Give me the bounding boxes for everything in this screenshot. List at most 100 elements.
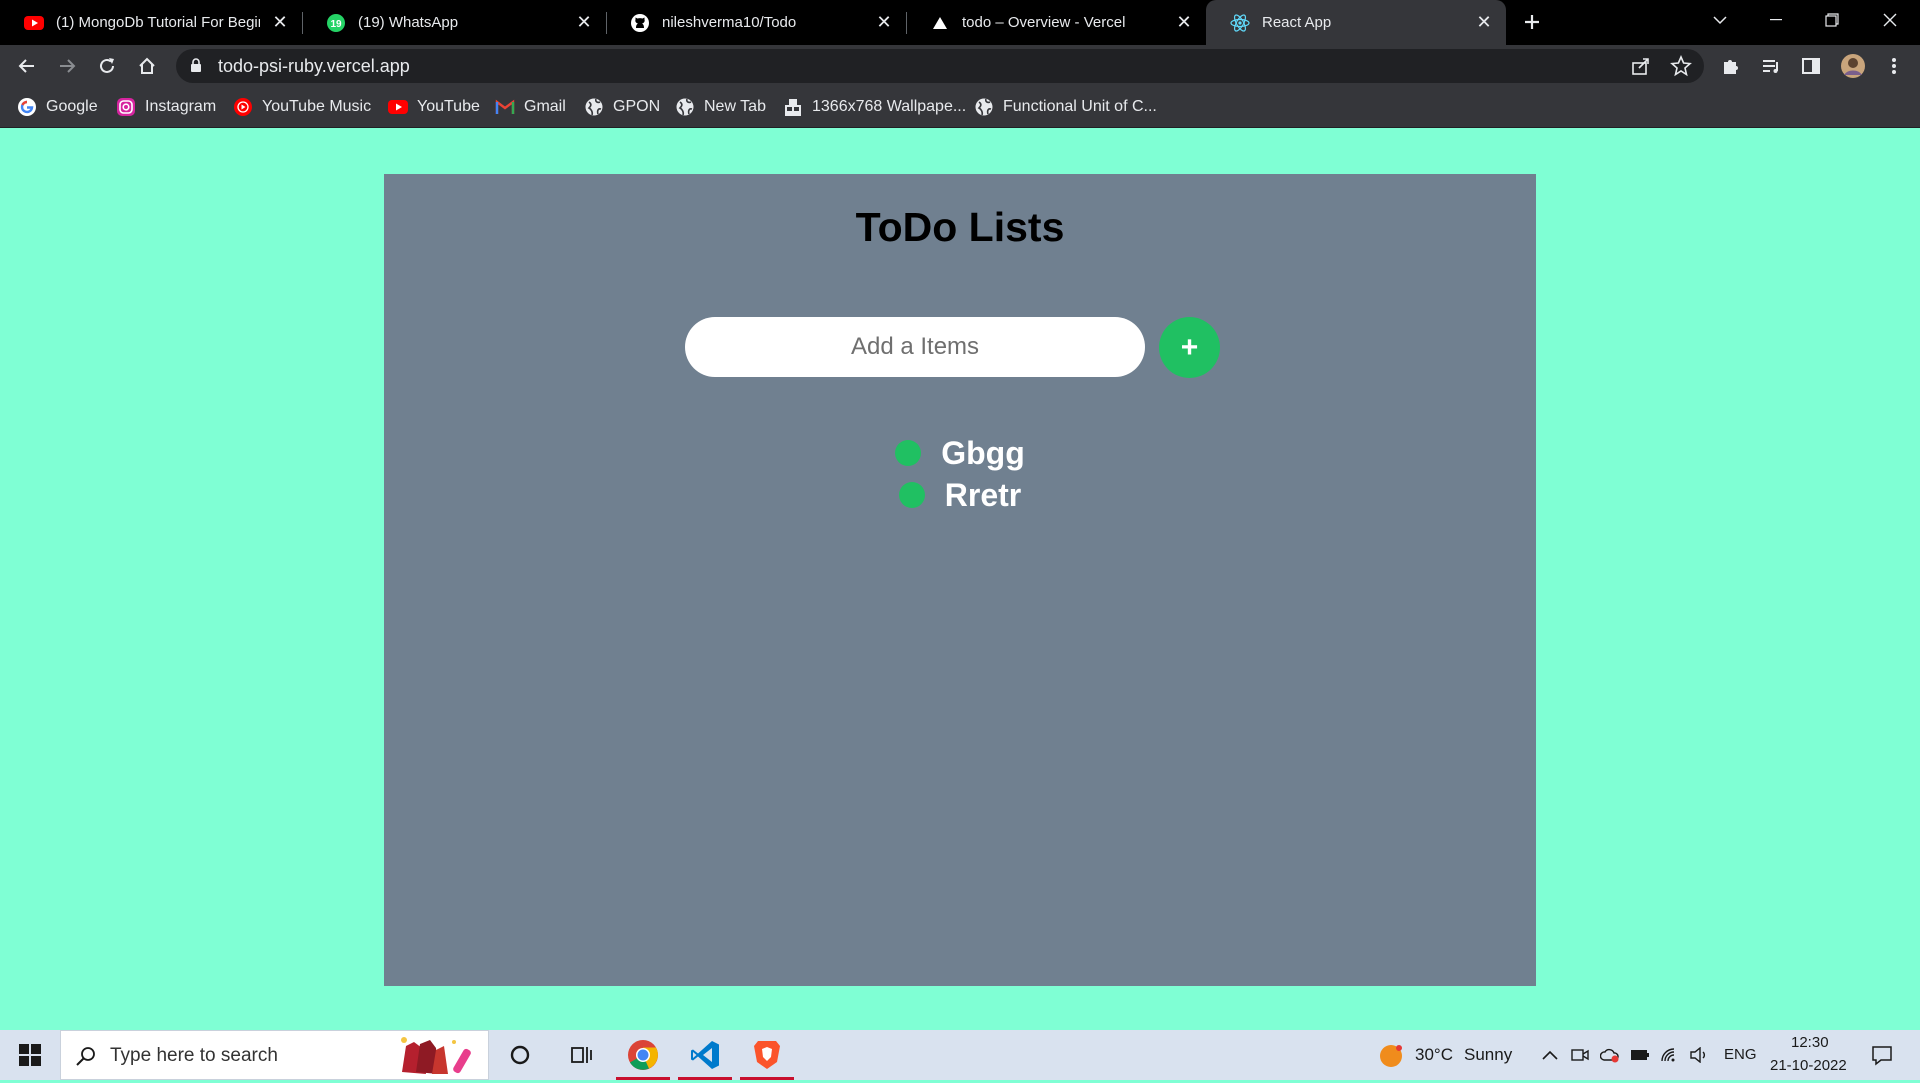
- speaker-icon[interactable]: [1689, 1045, 1709, 1065]
- todo-list: Gbgg Rretr: [384, 432, 1536, 516]
- youtube-icon: [388, 97, 408, 117]
- todo-item: Rretr: [384, 474, 1536, 516]
- forward-button[interactable]: [51, 50, 83, 82]
- taskbar-app-vscode[interactable]: [674, 1030, 736, 1080]
- side-panel-button[interactable]: [1795, 50, 1827, 82]
- whatsapp-icon: 19: [326, 13, 346, 33]
- bookmark-youtube-music[interactable]: YouTube Music: [233, 87, 371, 127]
- browser-menu-button[interactable]: [1878, 50, 1910, 82]
- page-title: ToDo Lists: [855, 204, 1065, 250]
- tab-title: nileshverma10/Todo: [662, 14, 797, 31]
- browser-tab-strip: (1) MongoDb Tutorial For Beginn ✕ 19 (19…: [0, 0, 1920, 45]
- windows-logo-icon: [19, 1044, 41, 1066]
- clock-date[interactable]: 21-10-2022: [1770, 1057, 1847, 1074]
- puzzle-piece-icon: [1724, 60, 1738, 74]
- bookmark-star-icon[interactable]: [1670, 54, 1692, 77]
- close-icon[interactable]: ✕: [268, 11, 292, 35]
- delete-item-button[interactable]: [898, 482, 925, 508]
- github-icon: [630, 13, 650, 33]
- cortana-button[interactable]: [489, 1030, 551, 1080]
- new-tab-button[interactable]: [1516, 6, 1548, 38]
- task-view-icon: [571, 1047, 592, 1063]
- weather-temperature[interactable]: 30°C: [1415, 1045, 1453, 1065]
- task-view-button[interactable]: [550, 1030, 612, 1080]
- browser-toolbar: todo-psi-ruby.vercel.app: [0, 45, 1920, 87]
- wifi-icon[interactable]: [1660, 1045, 1680, 1065]
- vscode-icon: [691, 1041, 719, 1069]
- bookmark-gmail[interactable]: Gmail: [495, 87, 566, 127]
- onedrive-error-icon[interactable]: [1600, 1045, 1620, 1065]
- tab-title: (19) WhatsApp: [358, 14, 459, 31]
- url-text[interactable]: todo-psi-ruby.vercel.app: [218, 56, 410, 77]
- close-icon[interactable]: ✕: [572, 11, 596, 35]
- reload-button[interactable]: [91, 50, 123, 82]
- todo-card: ToDo Lists + Gbgg Rretr: [384, 174, 1536, 986]
- search-placeholder: Type here to search: [110, 1045, 278, 1066]
- address-bar[interactable]: todo-psi-ruby.vercel.app: [176, 49, 1704, 83]
- bookmark-functional-unit[interactable]: Functional Unit of C...: [974, 87, 1157, 127]
- globe-icon: [675, 97, 695, 117]
- close-icon[interactable]: ✕: [1172, 11, 1196, 35]
- start-button[interactable]: [0, 1030, 60, 1080]
- todo-item: Gbgg: [384, 432, 1536, 474]
- taskbar-app-brave[interactable]: [736, 1030, 798, 1080]
- bookmark-youtube[interactable]: YouTube: [388, 87, 480, 127]
- taskbar-app-chrome[interactable]: [612, 1030, 674, 1080]
- react-icon: [1230, 13, 1250, 33]
- close-icon[interactable]: ✕: [1472, 11, 1496, 35]
- tab-react-app[interactable]: React App ✕: [1206, 0, 1506, 45]
- clock-time[interactable]: 12:30: [1791, 1034, 1829, 1051]
- profile-avatar-button[interactable]: [1837, 50, 1869, 82]
- add-item-button[interactable]: +: [1159, 317, 1220, 378]
- todo-item-text: Gbgg: [941, 434, 1025, 471]
- restore-button[interactable]: [1804, 0, 1860, 40]
- bookmark-gpon[interactable]: GPON: [584, 87, 660, 127]
- svg-text:19: 19: [330, 19, 342, 30]
- meet-now-icon[interactable]: [1570, 1045, 1590, 1065]
- back-button[interactable]: [11, 50, 43, 82]
- taskbar-search-box[interactable]: Type here to search: [60, 1030, 489, 1080]
- bookmark-new-tab[interactable]: New Tab: [675, 87, 766, 127]
- media-control-button[interactable]: [1755, 50, 1787, 82]
- tab-vercel-overview[interactable]: todo – Overview - Vercel ✕: [906, 0, 1206, 45]
- home-button[interactable]: [131, 50, 163, 82]
- input-language[interactable]: ENG: [1724, 1046, 1757, 1063]
- tab-github-repo[interactable]: nileshverma10/Todo ✕: [606, 0, 906, 45]
- add-item-input[interactable]: [685, 317, 1145, 377]
- share-icon[interactable]: [1630, 55, 1652, 77]
- bookmark-label: Functional Unit of C...: [1003, 98, 1157, 115]
- lock-icon[interactable]: [190, 58, 202, 78]
- side-panel-icon: [1802, 58, 1820, 74]
- bookmark-google[interactable]: Google: [17, 87, 98, 127]
- brave-lion-icon: [754, 1041, 780, 1069]
- delete-item-button[interactable]: [895, 440, 922, 466]
- instagram-icon: [116, 97, 136, 117]
- tab-search-button[interactable]: [1692, 0, 1748, 40]
- tab-title: React App: [1262, 14, 1332, 31]
- plus-icon: [1525, 15, 1539, 29]
- tab-mongodb-tutorial[interactable]: (1) MongoDb Tutorial For Beginn ✕: [0, 0, 302, 45]
- bookmark-label: GPON: [613, 98, 661, 115]
- close-window-button[interactable]: [1862, 0, 1918, 40]
- extensions-button[interactable]: [1715, 50, 1747, 82]
- minimize-icon: [1770, 19, 1782, 21]
- forward-arrow-icon: [60, 59, 76, 73]
- chevron-up-icon[interactable]: [1540, 1045, 1560, 1065]
- bookmark-label: Instagram: [145, 98, 217, 115]
- bookmark-wallpaper[interactable]: 1366x768 Wallpape...: [783, 87, 966, 127]
- close-icon[interactable]: ✕: [872, 11, 896, 35]
- kebab-menu-icon: [1892, 58, 1896, 74]
- minimize-button[interactable]: [1748, 0, 1804, 40]
- notifications-icon[interactable]: [1870, 1043, 1894, 1067]
- restore-icon: [1825, 13, 1839, 27]
- battery-icon[interactable]: [1630, 1045, 1650, 1065]
- bookmark-instagram[interactable]: Instagram: [116, 87, 216, 127]
- tab-whatsapp[interactable]: 19 (19) WhatsApp ✕: [302, 0, 606, 45]
- wallpaper-icon: [783, 97, 803, 117]
- weather-sun-icon[interactable]: [1378, 1043, 1404, 1069]
- vercel-icon: [930, 13, 950, 33]
- youtube-music-icon: [233, 97, 253, 117]
- bookmark-label: Google: [46, 98, 98, 115]
- back-arrow-icon: [18, 59, 34, 73]
- weather-description[interactable]: Sunny: [1464, 1045, 1512, 1065]
